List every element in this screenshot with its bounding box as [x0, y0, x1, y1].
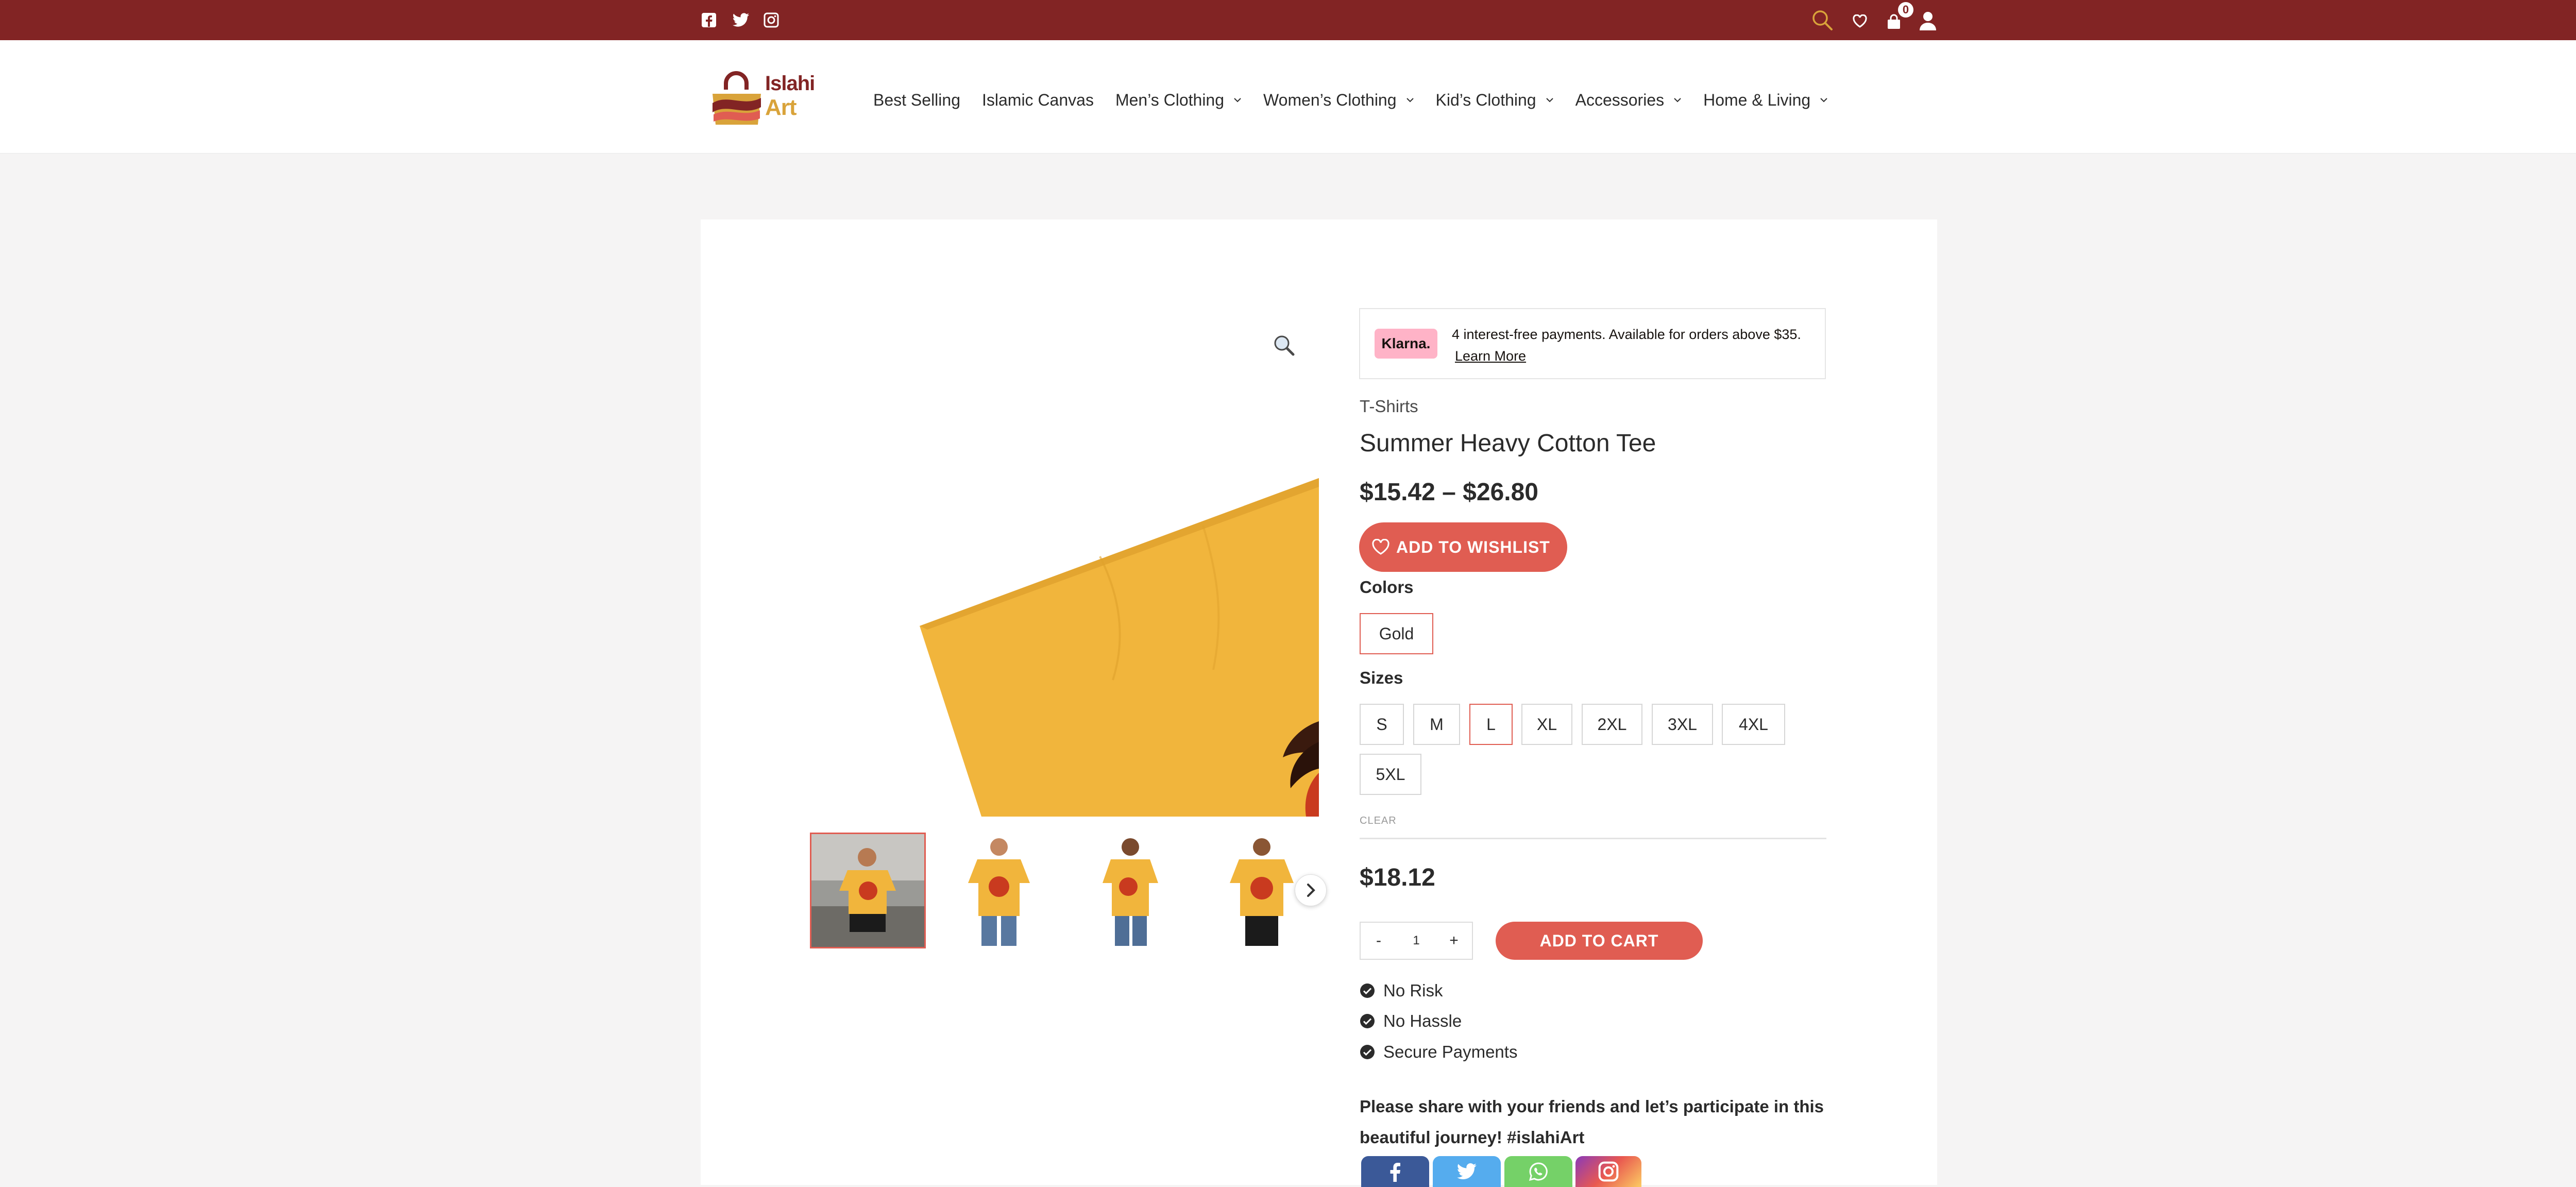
facebook-square-icon[interactable]: [701, 12, 717, 28]
sizes-label: Sizes: [1360, 668, 1403, 687]
product-price-range: $15.42 – $26.80: [1360, 479, 1538, 506]
whatsapp-share-icon: [1529, 1162, 1548, 1181]
product-category-link[interactable]: T-Shirts: [1360, 397, 1418, 416]
nav-label: Kid’s Clothing: [1435, 90, 1536, 109]
thumbnail-next-button[interactable]: [1295, 874, 1327, 906]
color-option-gold[interactable]: Gold: [1360, 613, 1433, 654]
nav-best-selling[interactable]: Best Selling: [873, 91, 960, 110]
cart-count-badge: 0: [1898, 2, 1913, 18]
twitter-icon[interactable]: [732, 13, 750, 27]
product-title: Summer Heavy Cotton Tee: [1360, 430, 1656, 457]
logo-text-art: Art: [765, 95, 797, 120]
quantity-stepper: - 1 +: [1360, 922, 1473, 960]
check-circle-icon: [1360, 1045, 1375, 1059]
colors-label: Colors: [1360, 578, 1414, 597]
chevron-right-icon: [1307, 884, 1315, 897]
size-option-2xl[interactable]: 2XL: [1582, 704, 1642, 745]
search-icon[interactable]: [1811, 9, 1833, 31]
add-to-cart-button[interactable]: ADD TO CART: [1496, 922, 1703, 960]
check-circle-icon: [1360, 983, 1375, 998]
instagram-share-button[interactable]: [1575, 1156, 1641, 1187]
thumbnail-0[interactable]: [810, 833, 926, 948]
nav-mens-clothing[interactable]: Men’s Clothing: [1115, 91, 1242, 110]
twitter-share-button[interactable]: [1433, 1156, 1501, 1187]
nav-label: Home & Living: [1703, 90, 1811, 109]
shopping-bag-icon[interactable]: [1886, 13, 1902, 30]
quantity-increase-button[interactable]: +: [1436, 932, 1472, 949]
quantity-input[interactable]: 1: [1397, 934, 1436, 948]
klarna-description: 4 interest-free payments. Available for …: [1452, 327, 1801, 342]
nav-accessories[interactable]: Accessories: [1575, 91, 1682, 110]
klarna-message: Klarna. 4 interest-free payments. Availa…: [1359, 308, 1826, 379]
product-main-image[interactable]: [811, 309, 1319, 817]
thumbnail-strip: [810, 833, 1325, 948]
size-option-5xl[interactable]: 5XL: [1360, 754, 1421, 795]
thumbnail-1[interactable]: [941, 833, 1057, 948]
klarna-text: 4 interest-free payments. Available for …: [1452, 324, 1812, 367]
klarna-learn-more-link[interactable]: Learn More: [1455, 348, 1526, 364]
feature-label: No Hassle: [1383, 1011, 1462, 1030]
chevron-down-icon: [1820, 97, 1828, 103]
nav-kids-clothing[interactable]: Kid’s Clothing: [1436, 91, 1554, 110]
clear-selection-link[interactable]: CLEAR: [1360, 815, 1397, 827]
size-option-l[interactable]: L: [1469, 704, 1513, 745]
main-navigation: Best Selling Islamic Canvas Men’s Clothi…: [873, 87, 1850, 113]
nav-womens-clothing[interactable]: Women’s Clothing: [1263, 91, 1414, 110]
heart-outline-icon: [1372, 539, 1389, 555]
klarna-badge: Klarna.: [1375, 329, 1437, 359]
size-option-xl[interactable]: XL: [1521, 704, 1572, 745]
site-logo[interactable]: Islahi Art: [708, 63, 822, 130]
facebook-share-icon: [1390, 1163, 1400, 1182]
check-circle-icon: [1360, 1014, 1375, 1028]
zoom-icon[interactable]: [1268, 330, 1299, 361]
feature-label: No Risk: [1383, 981, 1443, 1000]
heart-icon[interactable]: [1853, 14, 1867, 28]
chevron-down-icon: [1406, 97, 1414, 103]
instagram-share-icon: [1598, 1161, 1619, 1182]
logo-text-islahi: Islahi: [765, 72, 815, 95]
feature-item-no-hassle: No Hassle: [1360, 1010, 1462, 1032]
feature-item-secure-payments: Secure Payments: [1360, 1041, 1517, 1063]
nav-label: Men’s Clothing: [1115, 90, 1225, 109]
instagram-icon[interactable]: [764, 12, 779, 28]
wishlist-label: ADD TO WISHLIST: [1396, 537, 1550, 556]
top-bar: 0: [0, 0, 2576, 40]
size-option-m[interactable]: M: [1413, 704, 1460, 745]
size-option-s[interactable]: S: [1360, 704, 1404, 745]
chevron-down-icon: [1233, 97, 1242, 103]
divider: [1360, 838, 1826, 839]
feature-label: Secure Payments: [1383, 1042, 1518, 1061]
chevron-down-icon: [1546, 97, 1554, 103]
share-message: Please share with your friends and let’s…: [1360, 1097, 1824, 1147]
thumbnail-2[interactable]: [1073, 833, 1189, 948]
quantity-decrease-button[interactable]: -: [1361, 932, 1397, 949]
add-to-wishlist-button[interactable]: ADD TO WISHLIST: [1359, 522, 1567, 572]
nav-label: Best Selling: [873, 90, 960, 109]
site-header: Islahi Art Best Selling Islamic Canvas M…: [0, 40, 2576, 154]
logo-bag-icon: [713, 71, 761, 125]
size-option-3xl[interactable]: 3XL: [1652, 704, 1713, 745]
nav-label: Women’s Clothing: [1263, 90, 1397, 109]
whatsapp-share-button[interactable]: [1504, 1156, 1572, 1187]
variation-price: $18.12: [1360, 864, 1435, 891]
facebook-share-button[interactable]: [1361, 1156, 1429, 1187]
twitter-share-icon: [1457, 1163, 1477, 1179]
chevron-down-icon: [1673, 97, 1682, 103]
nav-label: Islamic Canvas: [981, 90, 1094, 109]
size-option-4xl[interactable]: 4XL: [1722, 704, 1785, 745]
feature-item-no-risk: No Risk: [1360, 979, 1443, 1002]
nav-home-living[interactable]: Home & Living: [1703, 91, 1828, 110]
nav-islamic-canvas[interactable]: Islamic Canvas: [982, 91, 1094, 110]
user-icon[interactable]: [1919, 11, 1937, 31]
nav-label: Accessories: [1575, 90, 1665, 109]
